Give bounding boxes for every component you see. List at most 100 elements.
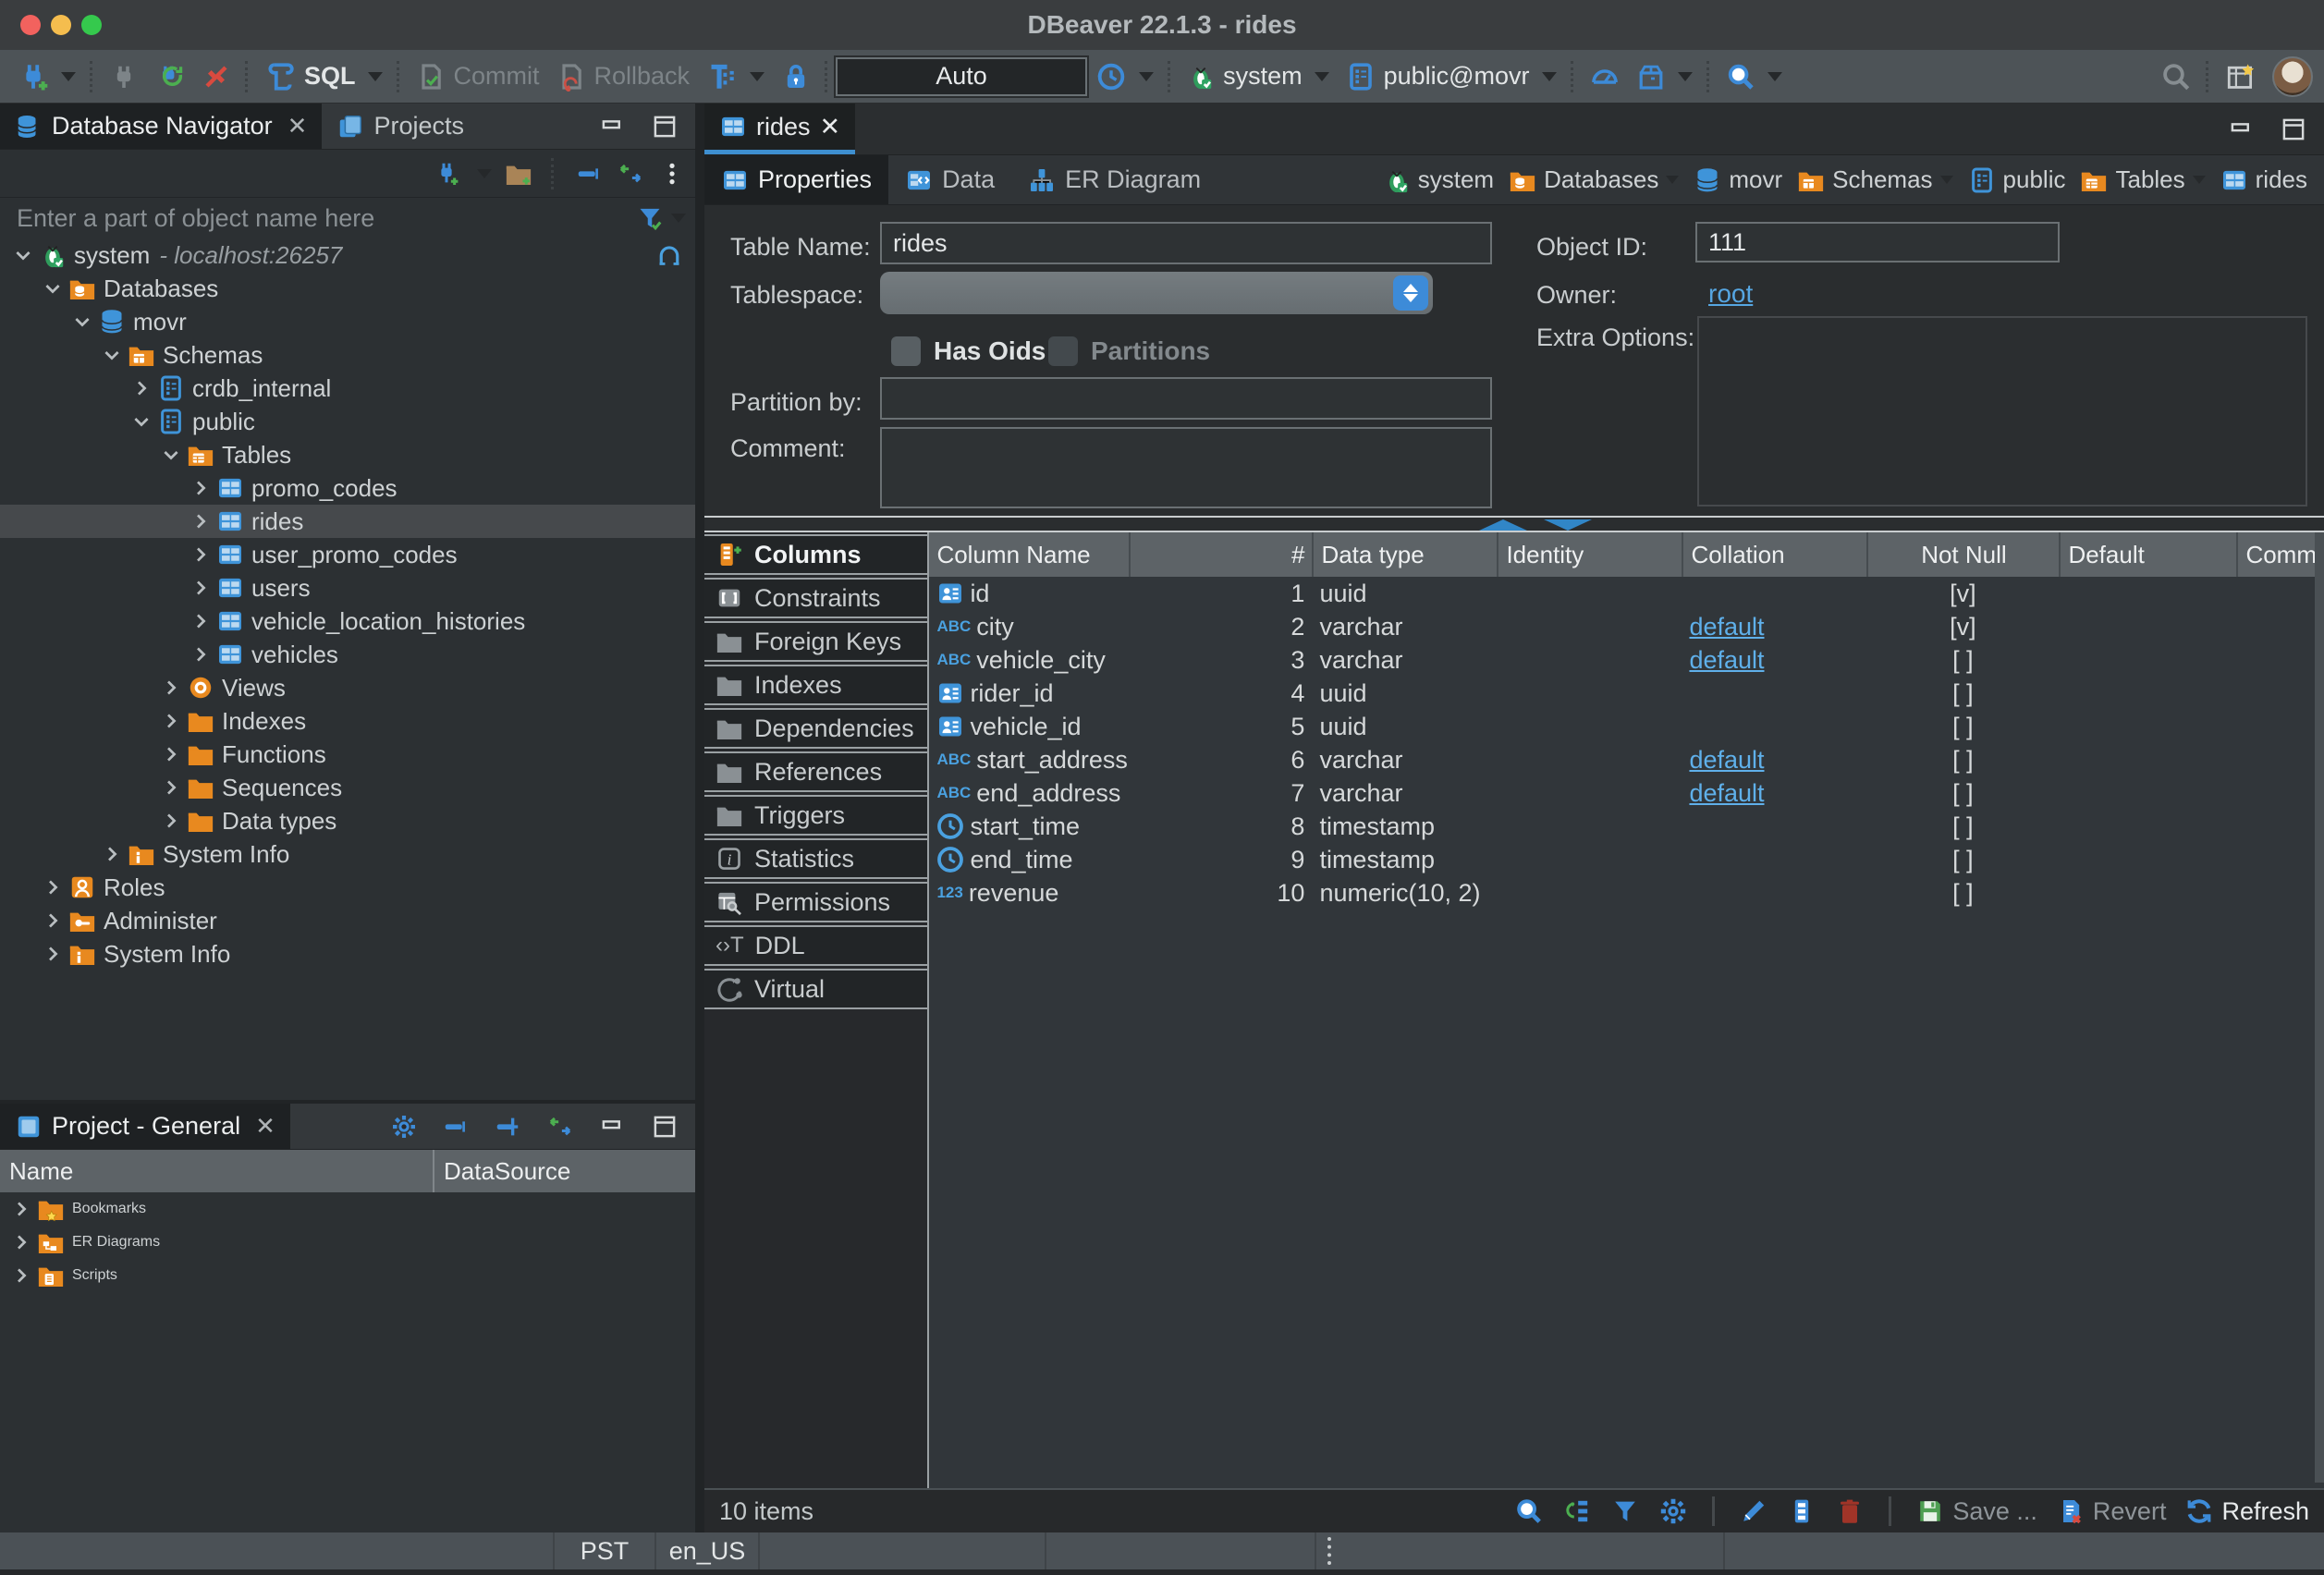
tree-item-user-promo-codes[interactable]: user_promo_codes	[0, 538, 695, 571]
grid-header-comm[interactable]: Comm	[2236, 532, 2324, 577]
grid-header--[interactable]: #	[1129, 532, 1312, 577]
breadcrumb-movr[interactable]: movr	[1690, 165, 1786, 194]
column-row-id[interactable]: id1uuid[v]	[929, 577, 2324, 610]
tree-item-vehicles[interactable]: vehicles	[0, 638, 695, 671]
partitions-checkbox[interactable]	[1048, 336, 1078, 366]
expand-down-icon[interactable]	[1544, 519, 1592, 531]
side-tab-foreign-keys[interactable]: Foreign Keys	[704, 621, 927, 662]
gear-icon[interactable]	[390, 1113, 418, 1141]
new-folder-icon[interactable]	[505, 160, 532, 188]
project-item-bookmarks[interactable]: Bookmarks	[0, 1192, 695, 1226]
collation-link[interactable]: default	[1689, 779, 1764, 808]
tree-expander-icon[interactable]	[39, 910, 67, 932]
tree-expander-icon[interactable]	[157, 743, 185, 765]
column-row-city[interactable]: ABCcity2varchardefault[v]	[929, 610, 2324, 643]
column-row-revenue[interactable]: 123revenue10numeric(10, 2)[ ]	[929, 876, 2324, 910]
sql-editor-button[interactable]: SQL	[256, 55, 391, 98]
quick-search-button[interactable]	[2152, 55, 2200, 98]
grid-search-icon[interactable]	[1514, 1496, 1544, 1526]
column-row-start_address[interactable]: ABCstart_address6varchardefault[ ]	[929, 743, 2324, 776]
breadcrumb-tables[interactable]: Tables	[2076, 165, 2208, 194]
vertical-splitter[interactable]	[695, 104, 704, 1532]
transaction-history-button[interactable]	[1087, 55, 1162, 98]
breadcrumb-databases[interactable]: Databases	[1505, 165, 1682, 194]
tree-expander-icon[interactable]	[187, 643, 214, 665]
tree-expander-icon[interactable]	[39, 943, 67, 965]
tab-data[interactable]: Data	[888, 155, 1011, 204]
tab-projects[interactable]: Projects	[322, 104, 479, 149]
tab-properties[interactable]: Properties	[704, 155, 888, 204]
rollback-button[interactable]: Rollback	[548, 55, 699, 98]
tree-expander-icon[interactable]	[157, 810, 185, 832]
search-metadata-button[interactable]	[1718, 55, 1791, 98]
add-column-icon[interactable]	[1787, 1496, 1816, 1526]
tree-expander-icon[interactable]	[187, 510, 214, 532]
collapse-all-icon[interactable]	[442, 1113, 470, 1141]
tree-item-promo-codes[interactable]: promo_codes	[0, 471, 695, 505]
side-tab-triggers[interactable]: Triggers	[704, 795, 927, 836]
tree-item-movr[interactable]: movr	[0, 305, 695, 338]
disconnect-button[interactable]	[193, 55, 239, 98]
tree-item-system[interactable]: system- localhost:26257	[0, 238, 695, 272]
side-tab-permissions[interactable]: Permissions	[704, 882, 927, 922]
minimize-panel-icon[interactable]	[2228, 116, 2256, 143]
commit-mode-combo[interactable]: Auto	[836, 57, 1087, 96]
tree-item-views[interactable]: Views	[0, 671, 695, 704]
tree-item-schemas[interactable]: Schemas	[0, 338, 695, 372]
tree-item-databases[interactable]: Databases	[0, 272, 695, 305]
statusbar-drag-handle[interactable]	[1327, 1537, 1331, 1565]
tree-item-public[interactable]: public	[0, 405, 695, 438]
project-item-scripts[interactable]: Scripts	[0, 1259, 695, 1292]
tree-item-users[interactable]: users	[0, 571, 695, 604]
maximize-panel-icon[interactable]	[651, 1113, 679, 1141]
tree-item-crdb-internal[interactable]: crdb_internal	[0, 372, 695, 405]
lock-button[interactable]	[773, 55, 819, 98]
expand-all-icon[interactable]	[494, 1113, 521, 1141]
tree-expander-icon[interactable]	[7, 1198, 35, 1220]
partition-by-input[interactable]	[880, 377, 1492, 420]
tree-expander-icon[interactable]	[157, 776, 185, 799]
side-tab-statistics[interactable]: iStatistics	[704, 838, 927, 879]
minimize-panel-icon[interactable]	[599, 113, 627, 140]
tree-item-tables[interactable]: Tables	[0, 438, 695, 471]
tree-expander-icon[interactable]	[98, 344, 126, 366]
tablespace-combo[interactable]	[880, 272, 1433, 314]
perspective-button[interactable]	[2217, 55, 2265, 98]
tree-expander-icon[interactable]	[39, 277, 67, 299]
breadcrumb-public[interactable]: public	[1964, 165, 2070, 194]
breadcrumb-system[interactable]: system	[1379, 165, 1498, 194]
save-button[interactable]: Save ...	[1915, 1496, 2037, 1526]
breadcrumb-rides[interactable]: rides	[2217, 165, 2311, 194]
new-connection-small-icon[interactable]	[433, 160, 460, 188]
column-row-rider_id[interactable]: rider_id4uuid[ ]	[929, 677, 2324, 710]
maximize-panel-icon[interactable]	[651, 113, 679, 140]
compare-data-button[interactable]	[1628, 55, 1701, 98]
tree-expander-icon[interactable]	[157, 444, 185, 466]
tree-item-rides[interactable]: rides	[0, 505, 695, 538]
has-oids-checkbox[interactable]	[891, 336, 921, 366]
tree-item-sequences[interactable]: Sequences	[0, 771, 695, 804]
tree-expander-icon[interactable]	[128, 377, 155, 399]
tree-item-system-info[interactable]: System Info	[0, 837, 695, 871]
side-tab-references[interactable]: References	[704, 751, 927, 792]
close-tab-icon[interactable]: ✕	[255, 1112, 275, 1141]
side-tab-ddl[interactable]: ‹›TDDL	[704, 925, 927, 966]
revert-button[interactable]: Revert	[2056, 1496, 2167, 1526]
connect-button[interactable]	[101, 55, 147, 98]
collation-link[interactable]: default	[1689, 646, 1764, 675]
column-row-vehicle_city[interactable]: ABCvehicle_city3varchardefault[ ]	[929, 643, 2324, 677]
minimize-panel-icon[interactable]	[599, 1113, 627, 1141]
locale-status[interactable]: en_US	[656, 1532, 758, 1569]
new-connection-button[interactable]	[9, 55, 84, 98]
side-tab-dependencies[interactable]: Dependencies	[704, 708, 927, 749]
tree-expander-icon[interactable]	[7, 1264, 35, 1287]
tab-project-general[interactable]: Project - General ✕	[0, 1104, 290, 1149]
extra-options-box[interactable]	[1697, 316, 2307, 507]
edit-pencil-icon[interactable]	[1739, 1496, 1768, 1526]
tree-expander-icon[interactable]	[187, 477, 214, 499]
active-database-combo[interactable]: public@movr	[1338, 55, 1565, 98]
close-tab-icon[interactable]: ✕	[287, 112, 308, 140]
tree-expander-icon[interactable]	[68, 311, 96, 333]
collation-link[interactable]: default	[1689, 613, 1764, 641]
comment-input[interactable]	[880, 427, 1492, 508]
